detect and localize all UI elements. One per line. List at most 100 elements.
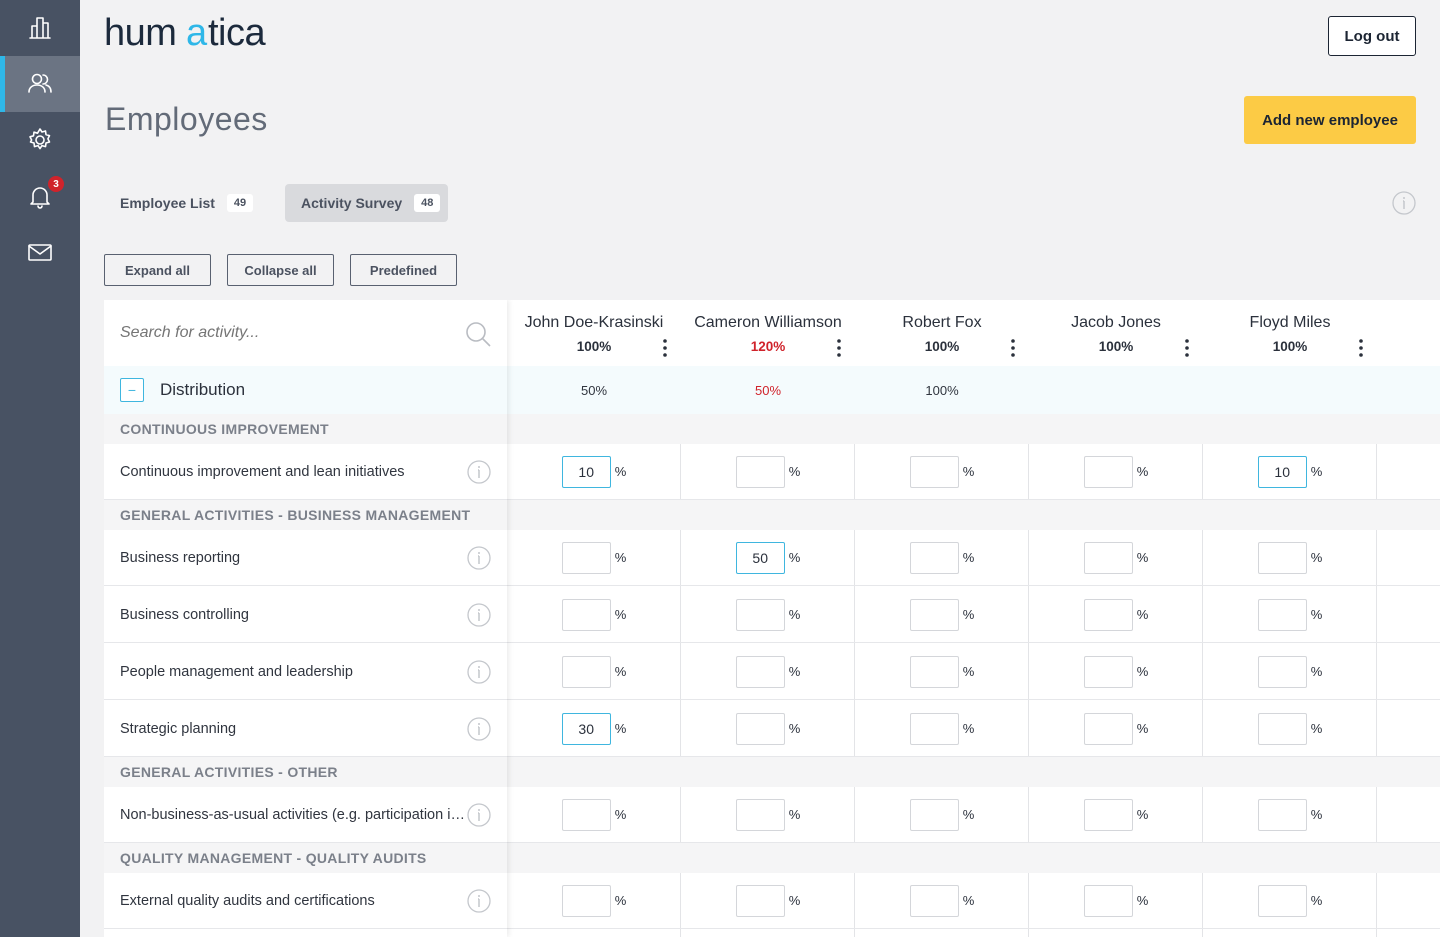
percent-sign: % (788, 721, 801, 736)
info-icon[interactable] (1392, 191, 1416, 215)
percent-input[interactable] (1083, 712, 1133, 745)
percent-sign: % (614, 807, 627, 822)
category-cell (1029, 500, 1203, 530)
employee-header: John Doe-Krasinski 100% (507, 300, 681, 366)
sidebar-item-messages[interactable] (0, 224, 80, 280)
percent-input[interactable] (1083, 541, 1133, 574)
employee-header: Cameron Williamson 120% (681, 300, 855, 366)
tab-count: 48 (414, 194, 441, 212)
percent-input[interactable] (561, 455, 611, 488)
percent-sign: % (614, 664, 627, 679)
percent-sign: % (788, 464, 801, 479)
sidebar-item-settings[interactable] (0, 112, 80, 168)
percent-input[interactable] (1257, 712, 1307, 745)
percent-input[interactable] (735, 655, 785, 688)
empty-cell (1377, 444, 1440, 500)
collapse-all-button[interactable]: Collapse all (227, 254, 334, 286)
percent-input[interactable] (909, 455, 959, 488)
employee-name: Robert Fox (902, 314, 982, 331)
percent-input[interactable] (1257, 598, 1307, 631)
sidebar-item-dashboard[interactable] (0, 0, 80, 56)
percent-input[interactable] (1257, 798, 1307, 831)
percent-input[interactable] (909, 655, 959, 688)
collapse-toggle[interactable]: − (120, 378, 144, 402)
activity-label: Business reporting (120, 549, 241, 566)
activity-label: Business controlling (120, 606, 249, 623)
percent-input[interactable] (1083, 884, 1133, 917)
percent-input[interactable] (735, 598, 785, 631)
percent-input[interactable] (735, 541, 785, 574)
info-icon[interactable] (467, 660, 491, 684)
percent-cell: % (1203, 701, 1377, 757)
dashboard-icon (29, 17, 51, 39)
percent-sign: % (1136, 464, 1149, 479)
percent-input[interactable] (1257, 541, 1307, 574)
info-icon[interactable] (467, 717, 491, 741)
percent-input[interactable] (1257, 884, 1307, 917)
percent-input[interactable] (735, 455, 785, 488)
employee-column: John Doe-Krasinski 100% 50%%%%%%%% (507, 300, 681, 937)
kebab-menu-icon[interactable] (1353, 338, 1369, 358)
percent-sign: % (962, 550, 975, 565)
info-icon[interactable] (467, 546, 491, 570)
info-icon[interactable] (467, 460, 491, 484)
percent-cell: % (507, 787, 681, 843)
expand-all-button[interactable]: Expand all (104, 254, 211, 286)
category-cell (1203, 757, 1377, 787)
predefined-button[interactable]: Predefined (350, 254, 457, 286)
info-icon[interactable] (467, 889, 491, 913)
percent-cell: % (507, 873, 681, 929)
search-input[interactable] (120, 324, 450, 342)
add-employee-button[interactable]: Add new employee (1244, 96, 1416, 144)
percent-input[interactable] (561, 712, 611, 745)
percent-input[interactable] (735, 712, 785, 745)
employee-total: 100% (1098, 339, 1134, 354)
percent-cell: % (681, 644, 855, 700)
percent-input[interactable] (1083, 798, 1133, 831)
category-cell (507, 500, 681, 530)
kebab-menu-icon[interactable] (831, 338, 847, 358)
percent-input[interactable] (1083, 598, 1133, 631)
sidebar-item-notifications[interactable]: 3 (0, 168, 80, 224)
percent-input[interactable] (1257, 655, 1307, 688)
category-cell (1377, 414, 1440, 444)
kebab-menu-icon[interactable] (1005, 338, 1021, 358)
kebab-menu-icon[interactable] (1179, 338, 1195, 358)
tab-employee-list[interactable]: Employee List 49 (104, 184, 261, 222)
sidebar-item-employees[interactable] (0, 56, 80, 112)
percent-input[interactable] (909, 712, 959, 745)
percent-cell: % (507, 644, 681, 700)
percent-input[interactable] (561, 798, 611, 831)
search-icon[interactable] (464, 320, 492, 348)
percent-input[interactable] (561, 655, 611, 688)
percent-input[interactable] (1083, 655, 1133, 688)
percent-input[interactable] (1083, 455, 1133, 488)
percent-input[interactable] (909, 541, 959, 574)
percent-sign: % (788, 807, 801, 822)
empty-cell (1377, 530, 1440, 586)
percent-sign: % (1136, 893, 1149, 908)
kebab-menu-icon[interactable] (657, 338, 673, 358)
percent-input[interactable] (909, 884, 959, 917)
percent-input[interactable] (561, 598, 611, 631)
percent-cell: % (1203, 530, 1377, 586)
logout-button[interactable]: Log out (1328, 16, 1416, 56)
percent-input[interactable] (561, 541, 611, 574)
percent-input[interactable] (909, 798, 959, 831)
activity-row: People management and leadership (104, 644, 507, 700)
percent-sign: % (788, 664, 801, 679)
employee-distribution: 100% (855, 366, 1029, 414)
percent-sign: % (962, 807, 975, 822)
empty-cell (1377, 587, 1440, 643)
percent-input[interactable] (909, 598, 959, 631)
info-icon[interactable] (467, 803, 491, 827)
info-icon[interactable] (467, 603, 491, 627)
tab-activity-survey[interactable]: Activity Survey 48 (285, 184, 449, 222)
activity-row: Non-business-as-usual activities (e.g. p… (104, 787, 507, 843)
percent-input[interactable] (1257, 455, 1307, 488)
percent-input[interactable] (735, 798, 785, 831)
percent-input[interactable] (561, 884, 611, 917)
category-cell (855, 757, 1029, 787)
percent-input[interactable] (735, 884, 785, 917)
percent-cell: % (1029, 444, 1203, 500)
